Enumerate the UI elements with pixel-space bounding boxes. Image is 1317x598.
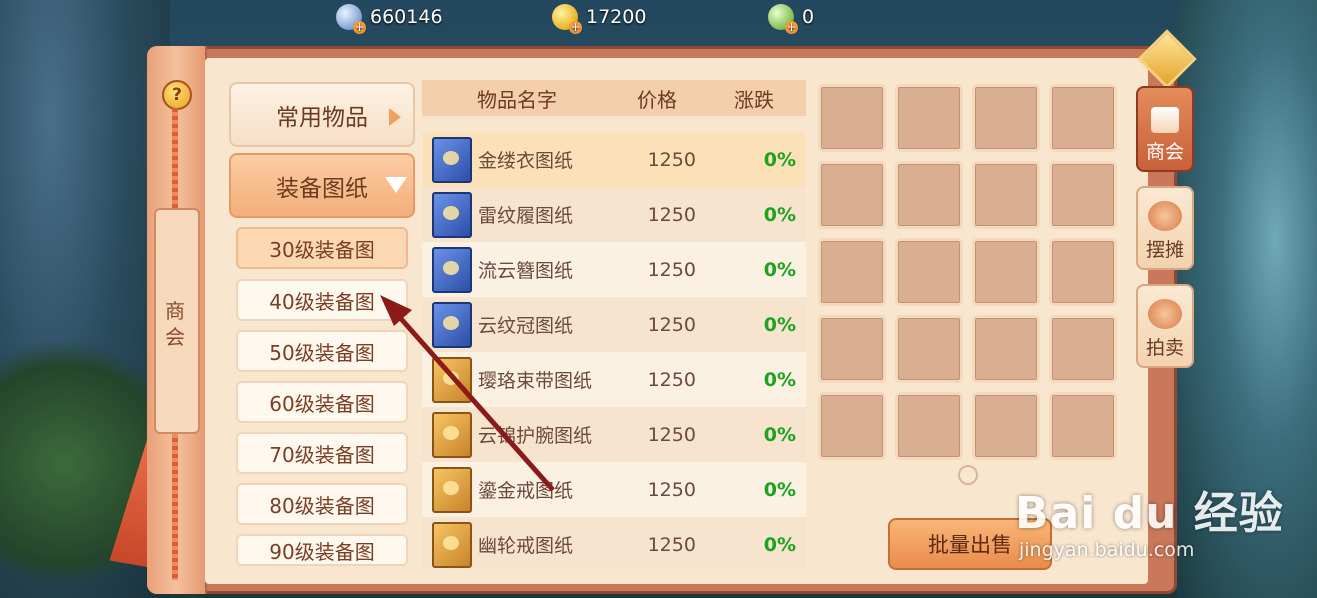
watermark-brand: Bai du 经验 (1015, 488, 1284, 539)
annotation-arrow-shaft (393, 310, 555, 492)
baidu-watermark: Bai du 经验 jingyan.baidu.com (1005, 455, 1305, 575)
annotation-arrow-head (380, 295, 412, 326)
watermark-url: jingyan.baidu.com (1019, 539, 1195, 561)
